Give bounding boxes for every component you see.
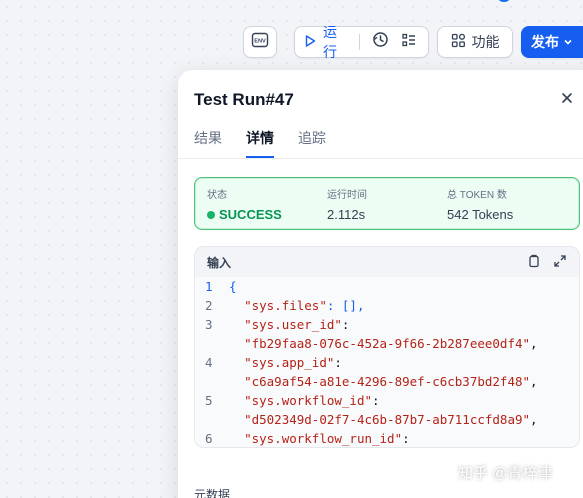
- input-code-block: 输入 1{2 "sys.files": [], 3 "sys.user_id": …: [194, 246, 580, 448]
- history-icon: [372, 31, 389, 53]
- publish-label: 发布: [531, 34, 559, 50]
- checklist-icon: [401, 32, 417, 53]
- line-number: [195, 372, 229, 391]
- tokens-label: 总 TOKEN 数: [447, 190, 507, 201]
- tab-trace[interactable]: 追踪: [298, 128, 326, 158]
- toolbar-divider: [359, 34, 360, 50]
- code-line: 2 "sys.files": [],: [195, 296, 579, 315]
- code-actions: [527, 254, 567, 271]
- time-column: 运行时间 2.112s: [327, 186, 367, 222]
- code-text: "c6a9af54-a81e-4296-89ef-c6cb37bd2f48",: [244, 374, 538, 389]
- checklist-button[interactable]: [398, 30, 420, 54]
- code-line: "fb29faa8-076c-452a-9f66-2b287eee0df4",: [195, 334, 579, 353]
- input-title: 输入: [207, 255, 232, 270]
- line-number: 1: [205, 279, 213, 294]
- code-text: {: [229, 279, 237, 294]
- panel-title: Test Run#47: [194, 90, 294, 109]
- line-number: 3: [205, 317, 213, 332]
- env-icon: ENV: [251, 31, 269, 54]
- metadata-label: 元数据: [194, 488, 231, 498]
- code-line: 5 "sys.workflow_id":: [195, 391, 579, 410]
- line-number: [195, 410, 229, 429]
- close-icon: [560, 92, 574, 109]
- code-line: 6 "sys.workflow_run_id":: [195, 429, 579, 447]
- run-history-button[interactable]: [370, 30, 392, 54]
- features-label: 功能: [471, 34, 500, 50]
- run-button[interactable]: 运行: [303, 22, 359, 62]
- code-text: "sys.workflow_run_id":: [244, 431, 410, 446]
- code-line: "d502349d-02f7-4c6b-87b7-ab711ccfd8a9",: [195, 410, 579, 429]
- status-badge: SUCCESS: [207, 207, 282, 222]
- code-text: "sys.app_id":: [244, 355, 342, 370]
- features-button[interactable]: 功能: [437, 26, 513, 58]
- input-header: 输入: [195, 247, 579, 277]
- run-toolbar: 运行: [294, 24, 429, 60]
- tab-result[interactable]: 结果: [194, 128, 222, 158]
- svg-text:ENV: ENV: [254, 38, 266, 44]
- env-button[interactable]: ENV: [243, 26, 277, 58]
- copy-icon[interactable]: [527, 254, 541, 271]
- tokens-value: 542 Tokens: [447, 207, 514, 222]
- line-number: [195, 334, 229, 353]
- success-dot-icon: [207, 210, 215, 219]
- code-line: 4 "sys.app_id":: [195, 353, 579, 372]
- code-text: "d502349d-02f7-4c6b-87b7-ab711ccfd8a9",: [244, 412, 538, 427]
- code-line: "c6a9af54-a81e-4296-89ef-c6cb37bd2f48",: [195, 372, 579, 391]
- tabs-divider: [178, 158, 583, 159]
- time-label: 运行时间: [327, 190, 367, 201]
- status-column: 状态 SUCCESS: [207, 186, 282, 222]
- line-number: 6: [205, 431, 213, 446]
- tokens-column: 总 TOKEN 数 542 Tokens: [447, 186, 513, 222]
- expand-icon[interactable]: [553, 254, 567, 271]
- code-text: "sys.workflow_id":: [244, 393, 380, 408]
- close-button[interactable]: [560, 91, 576, 107]
- code-line: 1{: [195, 277, 579, 296]
- line-number: 4: [205, 355, 213, 370]
- line-number: 2: [205, 298, 213, 313]
- features-icon: [451, 33, 466, 51]
- time-value: 2.112s: [327, 207, 366, 222]
- line-number: 5: [205, 393, 213, 408]
- code-text: "sys.files": [],: [244, 298, 365, 313]
- play-icon: [303, 34, 317, 51]
- status-label: 状态: [207, 190, 227, 201]
- status-card: 状态 SUCCESS 运行时间 2.112s 总 TOKEN 数 542 Tok…: [194, 177, 580, 230]
- status-value: SUCCESS: [219, 207, 282, 222]
- code-line: 3 "sys.user_id":: [195, 315, 579, 334]
- tab-details[interactable]: 详情: [246, 128, 274, 158]
- chevron-down-icon: [563, 34, 573, 50]
- watermark: 知乎 @青梓津: [458, 465, 553, 482]
- code-text: "fb29faa8-076c-452a-9f66-2b287eee0df4",: [244, 336, 538, 351]
- tab-bar: 结果 详情 追踪: [194, 128, 326, 158]
- publish-button[interactable]: 发布: [521, 26, 583, 58]
- test-run-panel: Test Run#47 结果 详情 追踪 状态 SUCCESS 运行时间 2.1…: [178, 70, 583, 498]
- code-editor[interactable]: 1{2 "sys.files": [], 3 "sys.user_id": "fb…: [195, 277, 579, 447]
- run-label: 运行: [323, 24, 337, 60]
- code-text: "sys.user_id":: [244, 317, 350, 332]
